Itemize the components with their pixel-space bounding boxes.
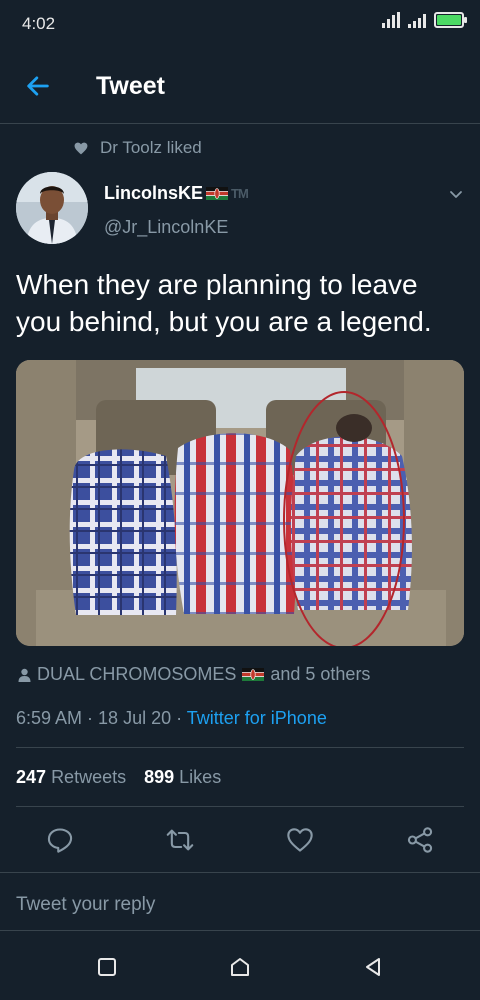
signal-icon: [382, 12, 400, 28]
social-context: Dr Toolz liked: [74, 138, 202, 158]
tweet-actions: [0, 822, 480, 862]
tweet-text: When they are planning to leave you behi…: [16, 269, 432, 337]
retweets-stat[interactable]: 247 Retweets: [16, 767, 126, 788]
tweet-stats: 247 Retweets 899 Likes: [16, 767, 221, 788]
app-header: Tweet: [0, 48, 480, 124]
divider: [0, 930, 480, 931]
status-bar: 4:02: [0, 0, 480, 48]
divider: [16, 806, 464, 807]
like-count: 899: [144, 767, 175, 787]
reply-input[interactable]: Tweet your reply: [16, 894, 155, 916]
square-icon[interactable]: [96, 956, 118, 978]
signal-icon-2: [408, 12, 426, 28]
photo-car-trunk-bags: [16, 360, 464, 646]
author-name[interactable]: LincolnsKE TM: [104, 183, 249, 204]
tweet-time: 6:59 AM: [16, 708, 83, 728]
status-time: 4:02: [22, 14, 56, 33]
avatar[interactable]: [16, 172, 88, 244]
author-name-text: LincolnsKE: [104, 183, 204, 203]
retweet-label: Retweets: [51, 767, 127, 787]
timestamp-separator-2: ·: [171, 708, 187, 728]
retweet-count: 247: [16, 767, 47, 787]
retweet-icon[interactable]: [166, 826, 194, 854]
comment-icon[interactable]: [46, 826, 74, 854]
author-suffix: TM: [231, 186, 249, 201]
social-context-text: Dr Toolz liked: [100, 138, 202, 157]
tweet-date: 18 Jul 20: [98, 708, 172, 728]
tweet-photo[interactable]: [16, 360, 464, 646]
arrow-left-icon[interactable]: [24, 72, 52, 100]
home-icon[interactable]: [229, 956, 251, 978]
tweet-source-link[interactable]: Twitter for iPhone: [187, 708, 327, 728]
battery-icon: [434, 12, 467, 28]
timestamp-separator: ·: [82, 708, 99, 728]
kenya-flag-icon: [206, 187, 229, 200]
author-handle[interactable]: @Jr_LincolnKE: [104, 217, 228, 238]
divider: [16, 747, 464, 748]
share-icon[interactable]: [406, 826, 434, 854]
page-title: Tweet: [96, 72, 165, 100]
retweeted-by-rest: and 5 others: [270, 664, 371, 684]
retweeted-by-row[interactable]: DUAL CHROMOSOMES and 5 others: [18, 664, 370, 685]
triangle-back-icon[interactable]: [362, 956, 384, 978]
like-label: Likes: [179, 767, 222, 787]
person-icon: [18, 668, 31, 682]
heart-icon: [74, 142, 88, 154]
heart-icon[interactable]: [286, 826, 314, 854]
divider: [0, 872, 480, 873]
tweet-timestamp: 6:59 AM · 18 Jul 20 · Twitter for iPhone: [16, 708, 327, 729]
kenya-flag-icon: [242, 668, 265, 681]
avatar-image: [16, 172, 88, 244]
status-icons: [382, 12, 467, 28]
likes-stat[interactable]: 899 Likes: [144, 767, 221, 788]
chevron-down-icon[interactable]: [448, 186, 464, 202]
retweeted-by-name: DUAL CHROMOSOMES: [37, 664, 237, 684]
system-nav-bar: [0, 936, 480, 1000]
